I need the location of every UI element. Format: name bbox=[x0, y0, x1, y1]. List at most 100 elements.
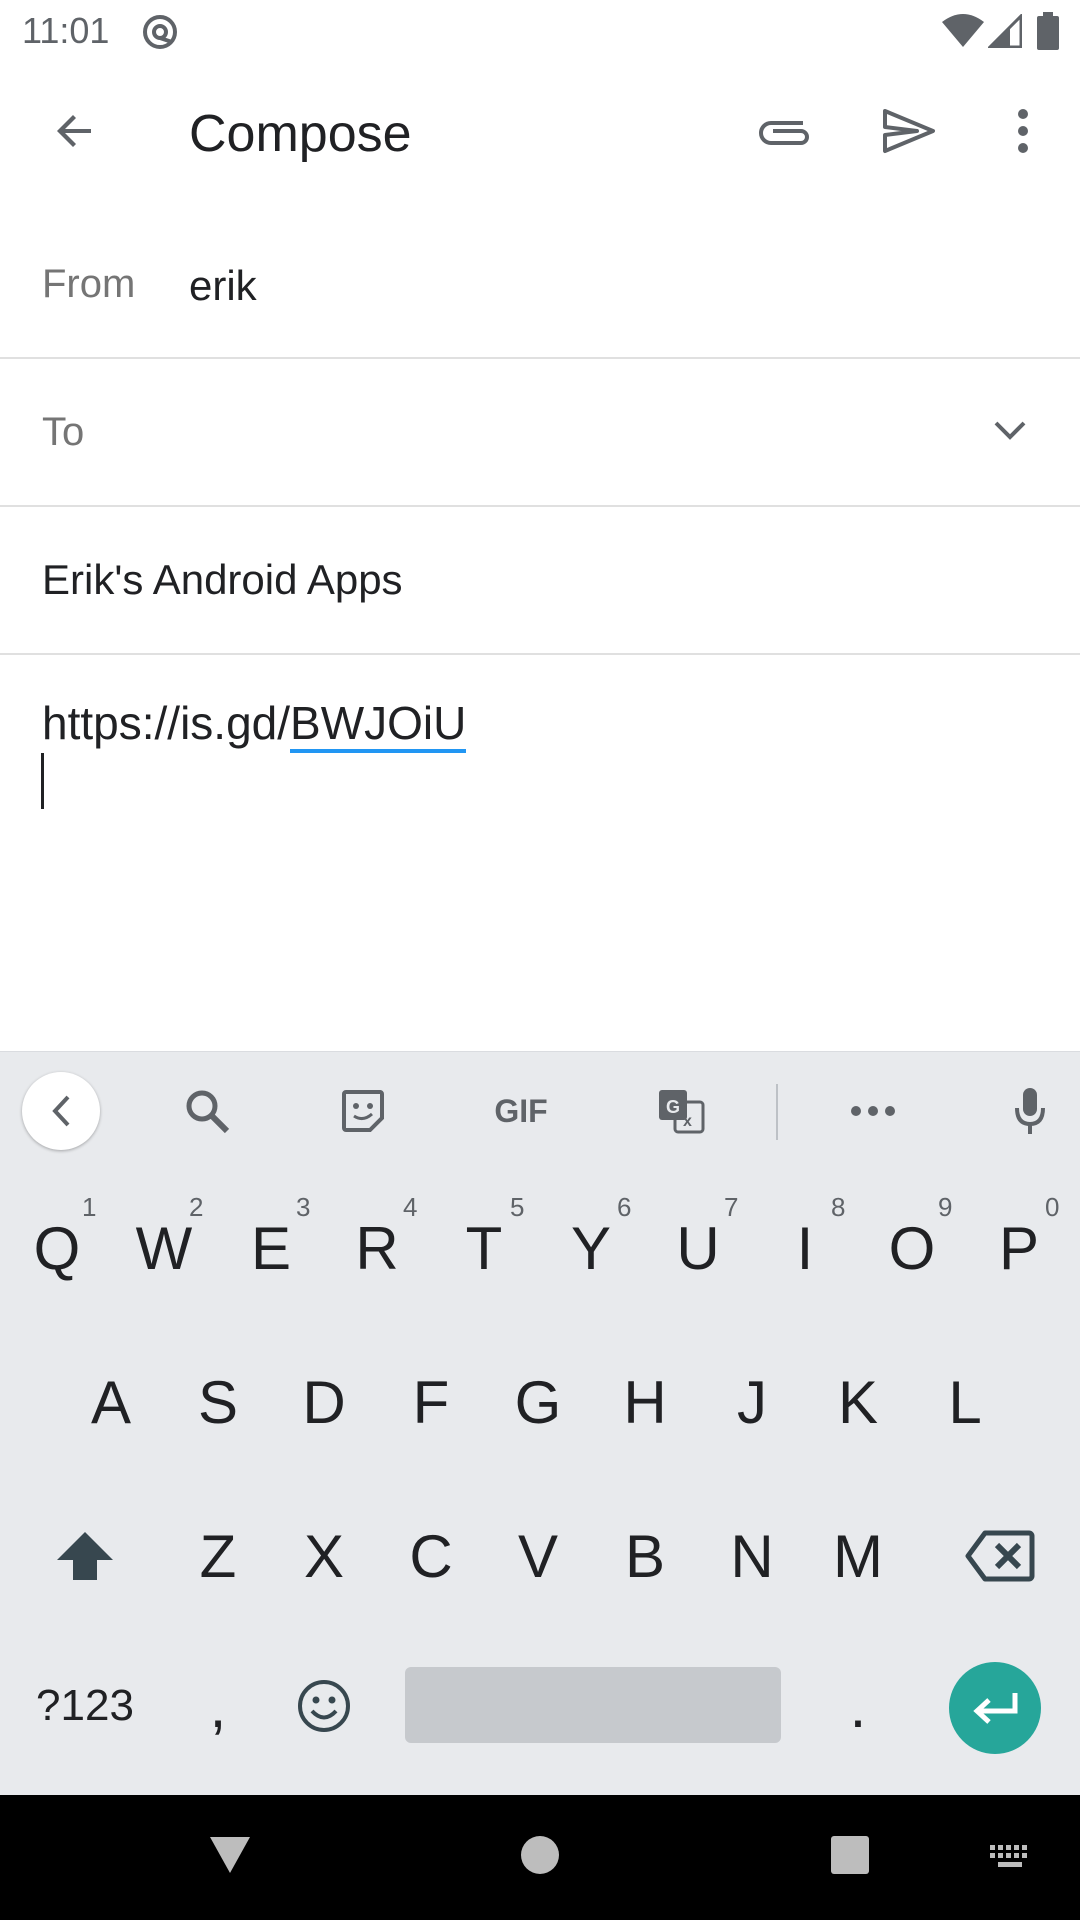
key-label: X bbox=[303, 1522, 345, 1590]
key-label: B bbox=[624, 1522, 666, 1590]
cell-signal-icon bbox=[986, 12, 1023, 53]
translate-button[interactable]: Gx bbox=[646, 1076, 716, 1146]
emoji-icon bbox=[298, 1680, 350, 1732]
key-label: L bbox=[948, 1368, 982, 1436]
collapse-toolbar-button[interactable] bbox=[22, 1072, 100, 1150]
body-text: https://is.gd/ bbox=[42, 697, 291, 749]
period-key[interactable]: . bbox=[815, 1656, 901, 1756]
keyboard-switch-button[interactable] bbox=[980, 1831, 1040, 1881]
svg-text:x: x bbox=[683, 1113, 692, 1130]
key-hint: 4 bbox=[403, 1192, 418, 1222]
key-g[interactable]: G bbox=[495, 1352, 581, 1452]
back-button[interactable] bbox=[40, 96, 110, 166]
svg-text:G: G bbox=[666, 1097, 680, 1117]
key-label: E bbox=[250, 1214, 292, 1282]
key-hint: 7 bbox=[724, 1192, 739, 1222]
key-label: V bbox=[517, 1522, 559, 1590]
comma-key[interactable]: , bbox=[175, 1656, 261, 1756]
key-b[interactable]: B bbox=[602, 1506, 688, 1606]
key-label: O bbox=[888, 1214, 936, 1282]
battery-icon bbox=[1037, 12, 1059, 55]
key-label: U bbox=[676, 1214, 720, 1282]
divider bbox=[0, 653, 1080, 655]
recents-square-icon bbox=[831, 1836, 869, 1874]
key-k[interactable]: K bbox=[815, 1352, 901, 1452]
shift-icon bbox=[57, 1532, 113, 1580]
key-z[interactable]: Z bbox=[175, 1506, 261, 1606]
key-label: D bbox=[302, 1368, 346, 1436]
expand-recipients-button[interactable] bbox=[980, 405, 1040, 455]
key-hint: 8 bbox=[831, 1192, 846, 1222]
key-x[interactable]: X bbox=[281, 1506, 367, 1606]
nav-recents-button[interactable] bbox=[820, 1825, 880, 1885]
key-label: G bbox=[514, 1368, 562, 1436]
sticker-button[interactable] bbox=[328, 1076, 398, 1146]
enter-icon bbox=[973, 1693, 1018, 1724]
app-bar bbox=[0, 64, 1080, 212]
search-button[interactable] bbox=[172, 1076, 242, 1146]
navigation-bar bbox=[0, 1795, 1080, 1920]
body-field[interactable]: https://is.gd/BWJOiU bbox=[42, 696, 467, 753]
key-label: K bbox=[837, 1368, 879, 1436]
to-field[interactable] bbox=[120, 380, 970, 480]
key-n[interactable]: N bbox=[709, 1506, 795, 1606]
key-c[interactable]: C bbox=[388, 1506, 474, 1606]
toolbar-divider bbox=[776, 1084, 778, 1140]
key-hint: 3 bbox=[296, 1192, 311, 1222]
key-label: S bbox=[197, 1368, 239, 1436]
key-label: W bbox=[135, 1214, 193, 1282]
key-d[interactable]: D bbox=[281, 1352, 367, 1452]
to-label: To bbox=[42, 410, 85, 454]
shift-key[interactable] bbox=[30, 1506, 140, 1606]
key-label: Y bbox=[570, 1214, 612, 1282]
space-key[interactable] bbox=[405, 1667, 781, 1743]
divider bbox=[0, 357, 1080, 359]
status-bar: 11:01 bbox=[0, 0, 1080, 64]
key-label: J bbox=[737, 1368, 767, 1436]
nav-back-icon bbox=[210, 1837, 250, 1873]
gif-button[interactable]: GIF bbox=[476, 1076, 566, 1146]
key-l[interactable]: L bbox=[922, 1352, 1008, 1452]
key-label: N bbox=[730, 1522, 774, 1590]
attach-button[interactable] bbox=[748, 94, 822, 168]
voice-input-button[interactable] bbox=[1000, 1076, 1060, 1146]
from-field[interactable]: erik bbox=[189, 262, 257, 310]
more-horiz-icon bbox=[851, 1106, 895, 1116]
more-tools-button[interactable] bbox=[838, 1076, 908, 1146]
text-cursor bbox=[41, 753, 44, 809]
nav-back-button[interactable] bbox=[200, 1825, 260, 1885]
backspace-icon bbox=[965, 1530, 1035, 1582]
enter-key[interactable] bbox=[949, 1662, 1041, 1754]
divider bbox=[0, 505, 1080, 507]
key-v[interactable]: V bbox=[495, 1506, 581, 1606]
chevron-down-icon bbox=[994, 421, 1026, 440]
key-hint: 1 bbox=[82, 1192, 97, 1222]
key-label: Z bbox=[199, 1522, 237, 1590]
body-link[interactable]: BWJOiU bbox=[290, 697, 467, 753]
key-label: R bbox=[355, 1214, 399, 1282]
key-m[interactable]: M bbox=[815, 1506, 901, 1606]
send-icon bbox=[883, 109, 935, 153]
key-hint: 0 bbox=[1045, 1192, 1060, 1222]
search-icon bbox=[186, 1090, 230, 1134]
mic-icon bbox=[1015, 1088, 1045, 1134]
at-sign-status-icon bbox=[140, 12, 180, 57]
more-vert-icon bbox=[1018, 109, 1028, 153]
key-label: P bbox=[998, 1214, 1040, 1282]
from-label: From bbox=[42, 262, 136, 306]
key-s[interactable]: S bbox=[175, 1352, 261, 1452]
page-title: Compose bbox=[189, 105, 412, 163]
subject-field[interactable]: Erik's Android Apps bbox=[42, 556, 403, 604]
symbols-key[interactable]: ?123 bbox=[22, 1656, 148, 1756]
send-button[interactable] bbox=[872, 94, 946, 168]
key-h[interactable]: H bbox=[602, 1352, 688, 1452]
emoji-key[interactable] bbox=[281, 1656, 367, 1756]
key-a[interactable]: A bbox=[68, 1352, 154, 1452]
paperclip-icon bbox=[759, 121, 809, 145]
more-options-button[interactable] bbox=[996, 94, 1050, 168]
key-f[interactable]: F bbox=[388, 1352, 474, 1452]
keyboard-icon bbox=[990, 1845, 1027, 1867]
key-j[interactable]: J bbox=[709, 1352, 795, 1452]
backspace-key[interactable] bbox=[945, 1506, 1055, 1606]
nav-home-button[interactable] bbox=[510, 1825, 570, 1885]
